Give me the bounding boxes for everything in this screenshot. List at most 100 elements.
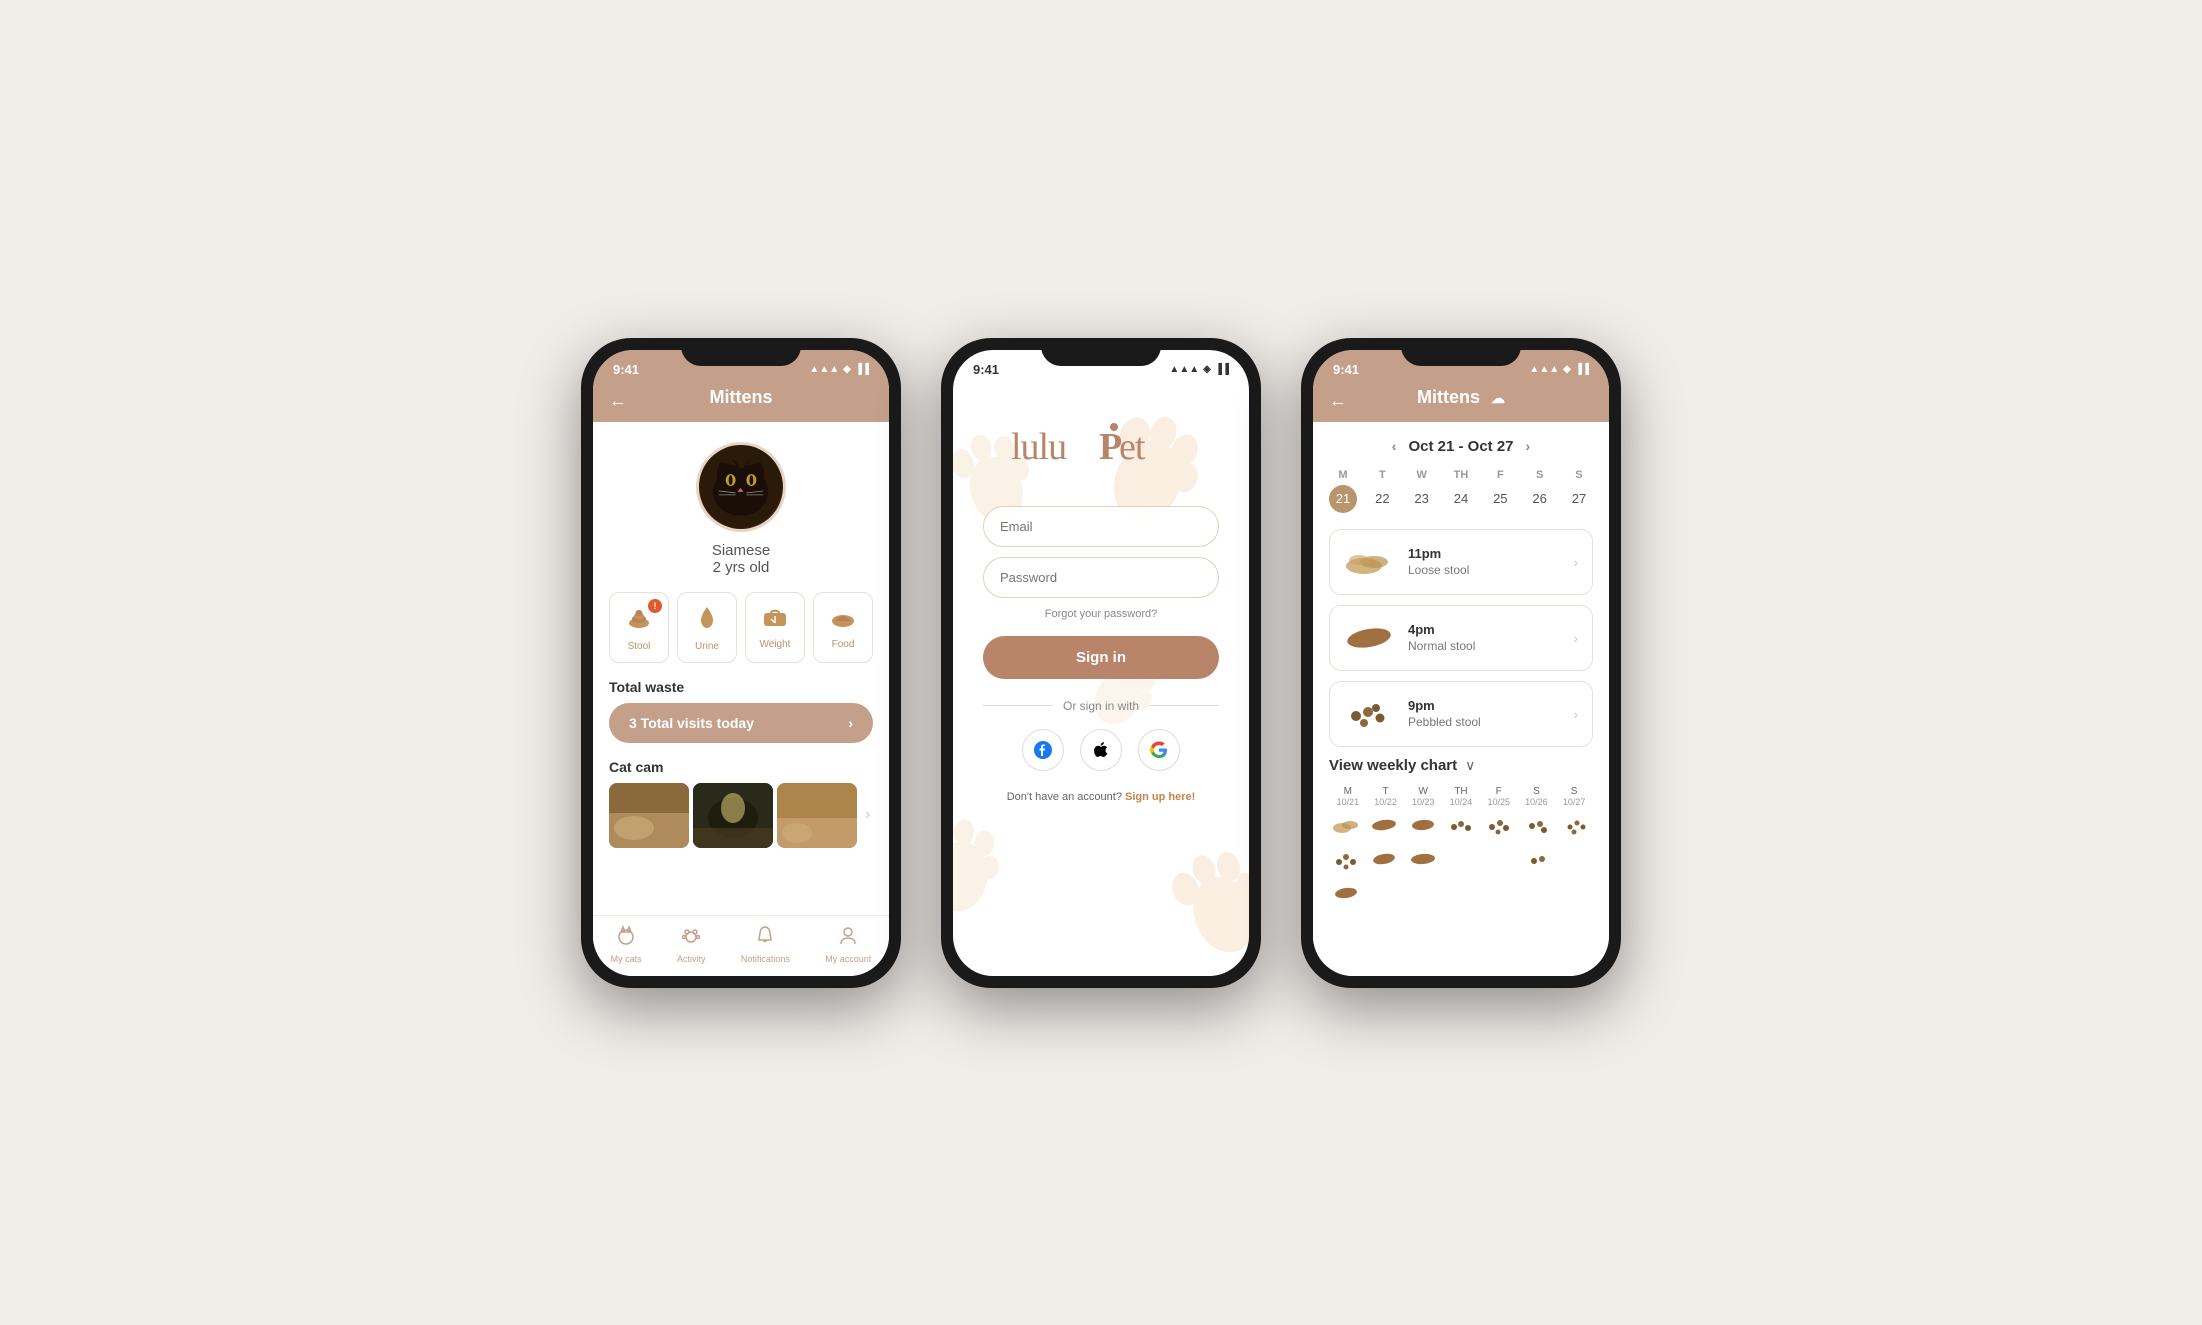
day-sat[interactable]: S 26 [1526,469,1554,513]
day-mon[interactable]: M 21 [1329,469,1357,513]
day-tue[interactable]: T 22 [1368,469,1396,513]
activity-icon [680,924,702,952]
chart-cell-fri-1 [1482,815,1516,845]
entry-arrow-3: › [1573,706,1578,722]
cat-photo-svg [699,444,783,529]
chart-cell-sat-3 [1520,883,1554,913]
chart-cell-thu-3 [1444,883,1478,913]
chart-cell-mon-3 [1329,883,1363,913]
notch-2 [1041,338,1161,366]
signup-link[interactable]: Sign up here! [1125,791,1195,803]
phone3-main-content: ‹ Oct 21 - Oct 27 › M 21 T 22 W [1313,422,1609,976]
signal-icon: ▲▲▲ [809,364,839,375]
chart-cell-tue-2 [1367,849,1401,879]
day-thu[interactable]: TH 24 [1447,469,1475,513]
screen-3: 9:41 ▲▲▲ ◈ ▐▐ ← Mittens ☁ ‹ [1313,350,1609,976]
password-input[interactable] [983,557,1219,598]
food-label: Food [820,639,866,650]
chart-day-W: W 10/23 [1404,786,1442,807]
chart-normal-w2 [1409,849,1437,867]
stool-time-3: 9pm [1408,698,1573,713]
chart-normal-mon3 [1332,883,1360,901]
cam-image-1[interactable] [609,783,689,848]
total-waste-text: 3 Total visits today [629,715,754,731]
cloud-icon: ☁ [1491,390,1505,406]
stat-food[interactable]: Food [813,592,873,663]
weight-svg [761,603,789,629]
weight-label: Weight [752,639,798,650]
stool-info-2: 4pm Normal stool [1408,622,1573,653]
chart-row-1 [1329,815,1593,845]
stool-type-2: Normal stool [1408,639,1573,653]
apple-login-button[interactable] [1080,729,1122,771]
chart-cell-fri-3 [1482,883,1516,913]
status-icons-2: ▲▲▲ ◈ ▐▐ [1169,364,1229,375]
account-icon [837,924,859,952]
stat-urine[interactable]: Urine [677,592,737,663]
stool-entry-2[interactable]: 4pm Normal stool › [1329,605,1593,671]
pet-name-info: Siamese 2 yrs old [609,542,873,576]
nav-notifications[interactable]: Notifications [741,924,790,964]
chart-pebble-th1 [1447,815,1475,837]
day-thu-letter: TH [1454,469,1469,481]
phone-2-login: 9:41 ▲▲▲ ◈ ▐▐ lulu P et [941,338,1261,988]
svg-text:et: et [1119,426,1146,468]
day-sun[interactable]: S 27 [1565,469,1593,513]
cat-cam-section: Cat cam [609,759,873,848]
chart-day-F: F 10/25 [1480,786,1518,807]
forgot-password-link[interactable]: Forgot your password? [1045,608,1158,620]
nav-notifications-label: Notifications [741,954,790,964]
battery-icon-2: ▐▐ [1215,364,1229,375]
day-sat-letter: S [1536,469,1543,481]
email-input[interactable] [983,506,1219,547]
stool-entry-1[interactable]: 11pm Loose stool › [1329,529,1593,595]
weekly-chart-title: View weekly chart [1329,757,1457,774]
day-fri[interactable]: F 25 [1486,469,1514,513]
stool-type-1: Loose stool [1408,563,1573,577]
facebook-icon [1033,740,1053,760]
chart-days-header: M 10/21 T 10/22 W 10/23 TH 10/24 [1329,786,1593,807]
prev-week-arrow[interactable]: ‹ [1392,438,1397,454]
day-wed[interactable]: W 23 [1408,469,1436,513]
week-date-range: Oct 21 - Oct 27 [1408,438,1513,455]
stat-weight[interactable]: Weight [745,592,805,663]
phone-1-pet-profile: 9:41 ▲▲▲ ◈ ▐▐ ← Mittens [581,338,901,988]
social-buttons [1022,729,1180,771]
chart-cell-sat-2 [1520,849,1554,879]
chart-cell-tue-3 [1367,883,1401,913]
paw-nav-icon [680,924,702,946]
pebble-stool-svg [1344,696,1394,731]
nav-activity-label: Activity [677,954,706,964]
weekly-chart-header[interactable]: View weekly chart ∨ [1329,757,1593,774]
back-button-3[interactable]: ← [1329,391,1347,412]
day-selector: M 21 T 22 W 23 TH 24 [1329,469,1593,513]
account-nav-icon [837,924,859,946]
chart-pebble-su1 [1562,815,1590,837]
back-button-1[interactable]: ← [609,391,627,412]
stool-badge: ! [648,599,662,613]
cam-image-3[interactable] [777,783,857,848]
bottom-nav-1: My cats Activity [593,915,889,976]
nav-activity[interactable]: Activity [677,924,706,964]
facebook-login-button[interactable] [1022,729,1064,771]
sign-in-button[interactable]: Sign in [983,636,1219,679]
cat-nav-icon [615,924,637,946]
urine-icon [684,603,730,637]
chart-cell-wed-1 [1406,815,1440,845]
cam3-svg [777,783,857,848]
nav-my-cats[interactable]: My cats [611,924,642,964]
next-week-arrow[interactable]: › [1526,438,1531,454]
stool-label: Stool [616,641,662,652]
nav-account[interactable]: My account [825,924,871,964]
stat-stool[interactable]: ! Stool [609,592,669,663]
stool-img-normal [1344,618,1394,658]
chart-cell-thu-2 [1444,849,1478,879]
phone1-main-content: Siamese 2 yrs old ! [593,422,889,915]
chart-cell-thu-1 [1444,815,1478,845]
total-waste-button[interactable]: 3 Total visits today › [609,703,873,743]
cam-image-2[interactable] [693,783,773,848]
stool-entry-3[interactable]: 9pm Pebbled stool › [1329,681,1593,747]
chart-day-S2: S 10/27 [1555,786,1593,807]
google-login-button[interactable] [1138,729,1180,771]
day-sun-letter: S [1575,469,1582,481]
